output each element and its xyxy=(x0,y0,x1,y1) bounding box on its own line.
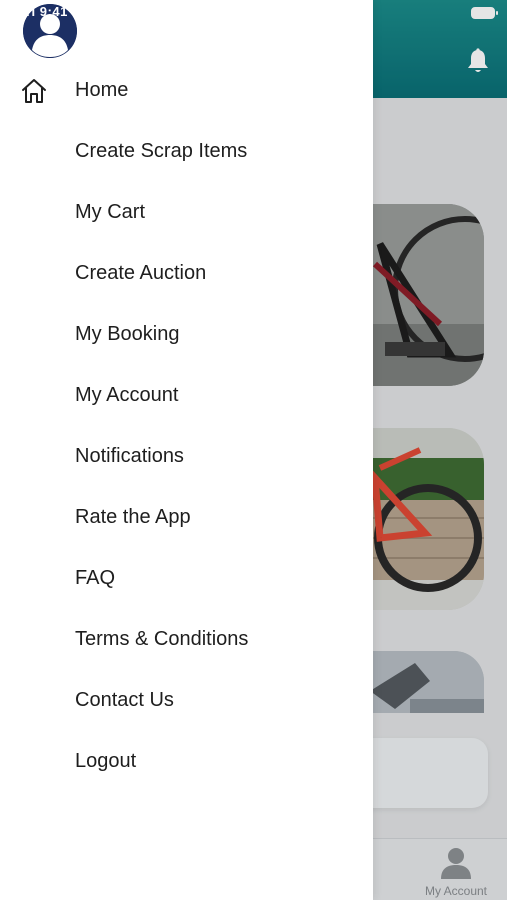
menu-label-my-cart: My Cart xyxy=(75,201,145,223)
menu-item-terms-conditions[interactable]: Terms & Conditions xyxy=(0,609,373,670)
app-screen: ngs My Account ri 9:41 xyxy=(0,0,507,900)
menu-label-notifications: Notifications xyxy=(75,445,184,467)
menu-label-faq: FAQ xyxy=(75,567,116,589)
menu-label-home: Home xyxy=(75,79,129,101)
menu-item-contact-us[interactable]: Contact Us xyxy=(0,670,373,731)
menu-item-my-cart[interactable]: My Cart xyxy=(0,182,373,243)
menu-label-terms-conditions: Terms & Conditions xyxy=(75,628,249,650)
menu-item-create-auction[interactable]: Create Auction xyxy=(0,243,373,304)
menu-label-logout: Logout xyxy=(75,750,137,772)
menu-item-my-booking[interactable]: My Booking xyxy=(0,304,373,365)
menu-item-create-scrap-items[interactable]: Create Scrap Items xyxy=(0,121,373,182)
menu-label-my-booking: My Booking xyxy=(75,323,180,345)
home-icon xyxy=(22,79,46,103)
menu-item-logout[interactable]: Logout xyxy=(0,731,373,792)
navigation-drawer: ri 9:41 Home Create Scrap Items My Cart … xyxy=(0,0,373,900)
menu-item-rate-the-app[interactable]: Rate the App xyxy=(0,487,373,548)
menu-item-faq[interactable]: FAQ xyxy=(0,548,373,609)
menu-label-contact-us: Contact Us xyxy=(75,689,174,711)
menu-label-create-auction: Create Auction xyxy=(75,262,207,284)
menu-item-my-account[interactable]: My Account xyxy=(0,365,373,426)
menu-label-create-scrap-items: Create Scrap Items xyxy=(75,140,248,162)
menu-item-home[interactable]: Home xyxy=(0,60,373,121)
menu-item-notifications[interactable]: Notifications xyxy=(0,426,373,487)
menu-label-rate-the-app: Rate the App xyxy=(75,506,191,528)
drawer-menu: Home Create Scrap Items My Cart Create A… xyxy=(0,60,373,792)
menu-label-my-account: My Account xyxy=(75,384,179,406)
status-time: ri 9:41 xyxy=(26,4,68,19)
